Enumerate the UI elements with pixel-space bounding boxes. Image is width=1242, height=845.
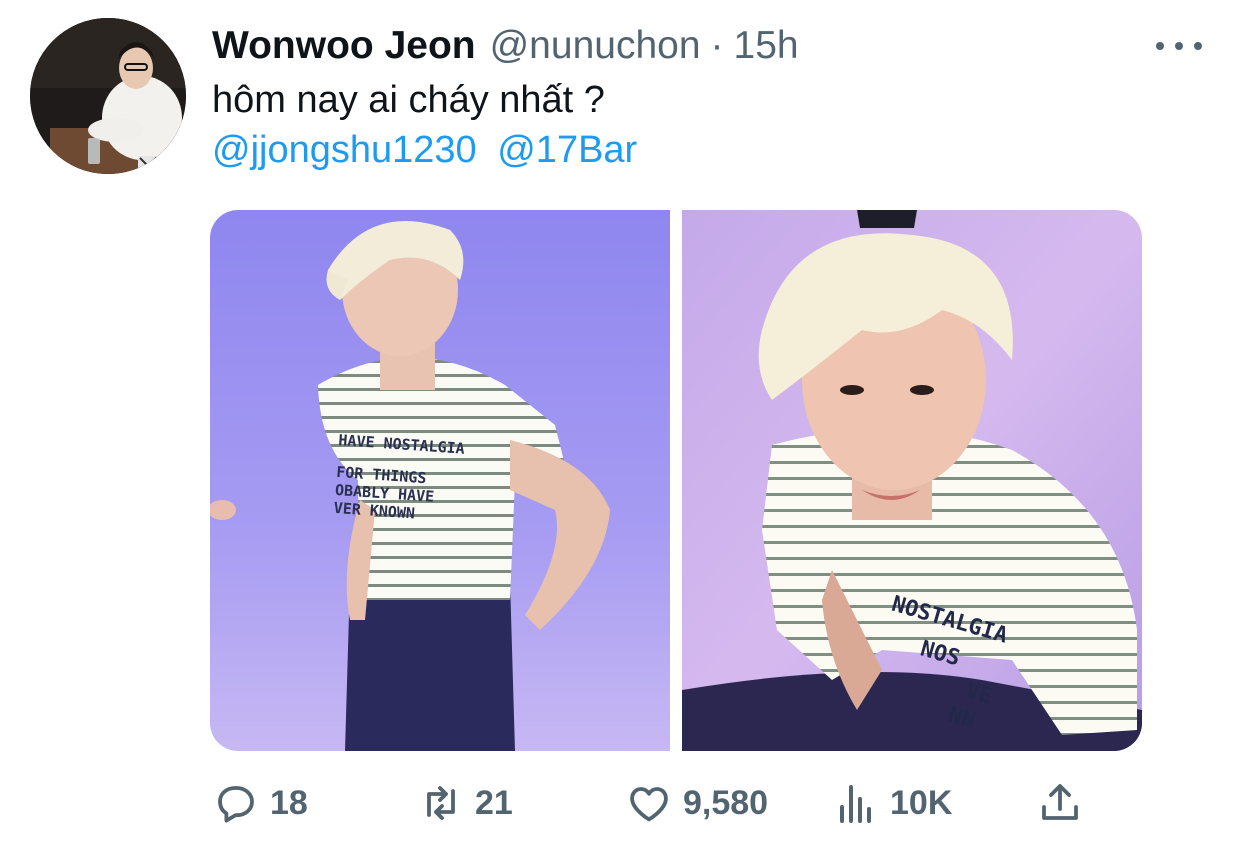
reply-count: 18 — [270, 783, 308, 822]
timestamp[interactable]: 15h — [734, 24, 799, 68]
tweet-mentions: @jjongshu1230 @17Bar — [212, 126, 647, 174]
more-dot — [1175, 42, 1183, 50]
retweet-count: 21 — [475, 783, 513, 822]
share-icon — [1042, 784, 1078, 820]
heart-icon — [630, 787, 668, 822]
separator-dot: · — [710, 24, 724, 67]
more-options-icon[interactable] — [1156, 34, 1202, 58]
reply-button[interactable]: 18 — [212, 775, 308, 831]
avatar[interactable] — [30, 18, 186, 174]
like-count: 9,580 — [683, 783, 769, 822]
views-count: 10K — [890, 783, 953, 822]
like-button[interactable]: 9,580 — [625, 775, 768, 831]
tweet[interactable]: Wonwoo Jeon @nunuchon · 15h hôm nay ai c… — [0, 0, 1242, 845]
reply-icon — [218, 786, 254, 823]
photo-right[interactable]: NOSTALGIA NOS VE NN — [682, 210, 1142, 751]
display-name[interactable]: Wonwoo Jeon — [212, 24, 476, 68]
mention-link[interactable]: @jjongshu1230 — [212, 129, 477, 171]
retweet-button[interactable]: 21 — [417, 775, 513, 831]
views-button[interactable]: 10K — [832, 775, 952, 831]
share-button[interactable] — [1036, 775, 1094, 831]
photo-right-image: NOSTALGIA NOS VE NN — [682, 210, 1142, 751]
photo-left[interactable]: HAVE NOSTALGIA FOR THINGS OBABLY HAVE VE… — [210, 210, 670, 751]
avatar-photo — [30, 18, 186, 174]
user-handle[interactable]: @nunuchon — [490, 24, 701, 68]
action-bar: 18 21 9,580 10K — [212, 775, 1092, 831]
more-dot — [1194, 42, 1202, 50]
retweet-icon — [427, 786, 455, 820]
mention-link[interactable]: @17Bar — [497, 129, 637, 171]
tweet-header: Wonwoo Jeon @nunuchon · 15h — [212, 22, 799, 70]
tweet-text: hôm nay ai cháy nhất ? — [212, 79, 605, 121]
media-grid: HAVE NOSTALGIA FOR THINGS OBABLY HAVE VE… — [210, 210, 1142, 751]
more-dot — [1156, 42, 1164, 50]
photo-left-image: HAVE NOSTALGIA FOR THINGS OBABLY HAVE VE… — [210, 210, 670, 751]
analytics-icon — [840, 785, 871, 823]
